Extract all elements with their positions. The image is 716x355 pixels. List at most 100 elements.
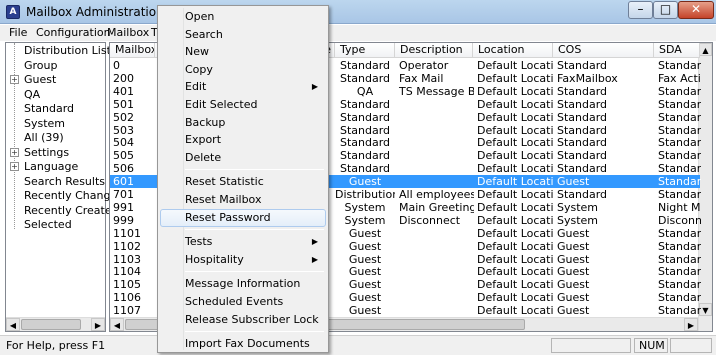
menu-item-message-information[interactable]: Message Information [160,275,326,293]
location-cell: Default Location [477,110,554,124]
tree-item[interactable]: All (39) [24,131,64,145]
tree-item[interactable]: System [24,117,65,131]
sda-cell: Standard [658,59,701,72]
tree-item[interactable]: QA [24,88,40,102]
location-cell: Default Location [477,278,554,292]
menu-file[interactable]: File [9,26,27,39]
tree-item[interactable]: Group [24,59,58,73]
menu-item-copy[interactable]: Copy [160,61,326,79]
menu-item-reset-statistic[interactable]: Reset Statistic [160,173,326,191]
type-cell: Standard [339,71,391,85]
column-sda-header[interactable]: SDA [654,43,700,58]
maximize-button[interactable]: □ [653,1,678,19]
column-description-header[interactable]: Description [395,43,473,58]
tree-item[interactable]: Recently Created [24,204,119,218]
expand-icon[interactable]: + [10,162,19,171]
description-cell [396,124,474,137]
menu-item-search[interactable]: Search [160,26,326,44]
location-cell: Default Location [477,200,554,214]
description-cell: Fax Mail [399,71,444,85]
scroll-right-icon[interactable]: ▶ [91,318,105,331]
menu-item-label: Edit [185,80,207,94]
column-location-header[interactable]: Location [473,43,553,58]
description-cell [396,265,474,278]
menu-item-reset-password[interactable]: Reset Password [160,208,326,227]
status-text: For Help, press F1 [6,339,106,352]
sda-cell: Standard [658,265,701,279]
tree-item[interactable]: Settings [24,146,69,160]
menu-item-hospitality[interactable]: Hospitality ▶ [160,251,326,269]
sda-cell: Standard [658,97,701,111]
cos-cell: Guest [557,239,590,253]
description-cell: Main Greetings [399,200,474,214]
scroll-up-icon[interactable]: ▲ [699,43,712,56]
menu-item-edit[interactable]: Edit ▶ [160,78,326,96]
mailbox-cell: 601 [113,175,134,189]
menu-mailbox[interactable]: Mailbox [107,26,149,39]
minimize-button[interactable]: – [628,1,653,19]
type-cell: Standard [339,149,391,163]
tree-item[interactable]: Language [24,160,78,174]
sda-cell: Standard [658,110,701,124]
location-cell: Default Location [477,71,554,85]
expand-icon[interactable]: + [10,147,19,157]
scroll-thumb[interactable] [21,319,81,330]
cos-cell: Guest [557,252,590,266]
expand-icon[interactable]: + [10,75,19,84]
app-icon: A [6,5,20,19]
type-cell: Guest [348,175,382,189]
menu-item-tests[interactable]: Tests ▶ [160,233,326,251]
location-cell: Default Location [477,149,554,163]
mailbox-cell: 1106 [113,291,141,305]
menu-separator [185,169,324,171]
menu-item-label: Message Information [185,277,301,291]
description-cell [396,162,474,175]
description-cell [396,111,474,124]
sda-cell: Standard [658,136,701,150]
location-cell: Default Location [477,162,554,176]
menu-item-label: Import Fax Documents [185,337,310,351]
mailbox-cell: 501 [113,97,134,111]
tree-item[interactable]: Search Results [24,175,105,189]
menu-item-new[interactable]: New [160,43,326,61]
cos-cell: Guest [557,265,590,279]
navigation-tree: ◀ ▶ Distribution List Group + Guest QA Standa… [5,42,124,332]
menu-item-label: Hospitality [185,252,244,266]
scroll-right-icon[interactable]: ▶ [684,318,698,331]
menu-item-delete[interactable]: Delete [160,149,326,167]
tree-item[interactable]: Standard [24,102,74,116]
menu-item-scheduled-events[interactable]: Scheduled Events [160,293,326,311]
menu-item-backup[interactable]: Backup [160,114,326,132]
type-cell: Standard [339,97,391,111]
cos-cell: Standard [557,123,608,137]
menu-item-import-fax-documents[interactable]: Import Fax Documents [160,335,326,353]
cos-cell: Guest [557,291,590,305]
column-mailbox-header[interactable]: Mailbox [110,43,155,58]
tree-item[interactable]: Selected [24,218,72,232]
description-cell [396,253,474,266]
menu-item-label: Release Subscriber Lock [185,312,319,326]
tree-item[interactable]: Distribution List [24,44,111,58]
menu-item-open[interactable]: Open [160,8,326,26]
menu-item-label: Backup [185,115,226,129]
menu-item-export[interactable]: Export [160,131,326,149]
column-type-header[interactable]: Type [335,43,395,58]
mailbox-cell: 1102 [113,239,141,253]
scroll-left-icon[interactable]: ◀ [110,318,124,331]
close-button[interactable]: ✕ [678,1,714,19]
tree-horizontal-scrollbar[interactable]: ◀ ▶ [6,317,105,331]
menu-configuration[interactable]: Configuration [36,26,111,39]
menu-item-reset-mailbox[interactable]: Reset Mailbox [160,191,326,209]
mailbox-cell: 1101 [113,226,141,240]
cos-cell: System [557,213,599,227]
column-cos-header[interactable]: COS [553,43,654,58]
tree-item[interactable]: Guest [24,73,56,87]
scroll-left-icon[interactable]: ◀ [6,318,20,331]
location-cell: Default Location [477,291,554,305]
cos-cell: Guest [557,175,590,189]
menu-item-edit-selected[interactable]: Edit Selected [160,96,326,114]
cos-cell: Standard [557,97,608,111]
cos-cell: System [557,200,599,214]
status-pane-empty-2 [670,338,712,353]
menu-item-release-subscriber-lock[interactable]: Release Subscriber Lock [160,311,326,329]
